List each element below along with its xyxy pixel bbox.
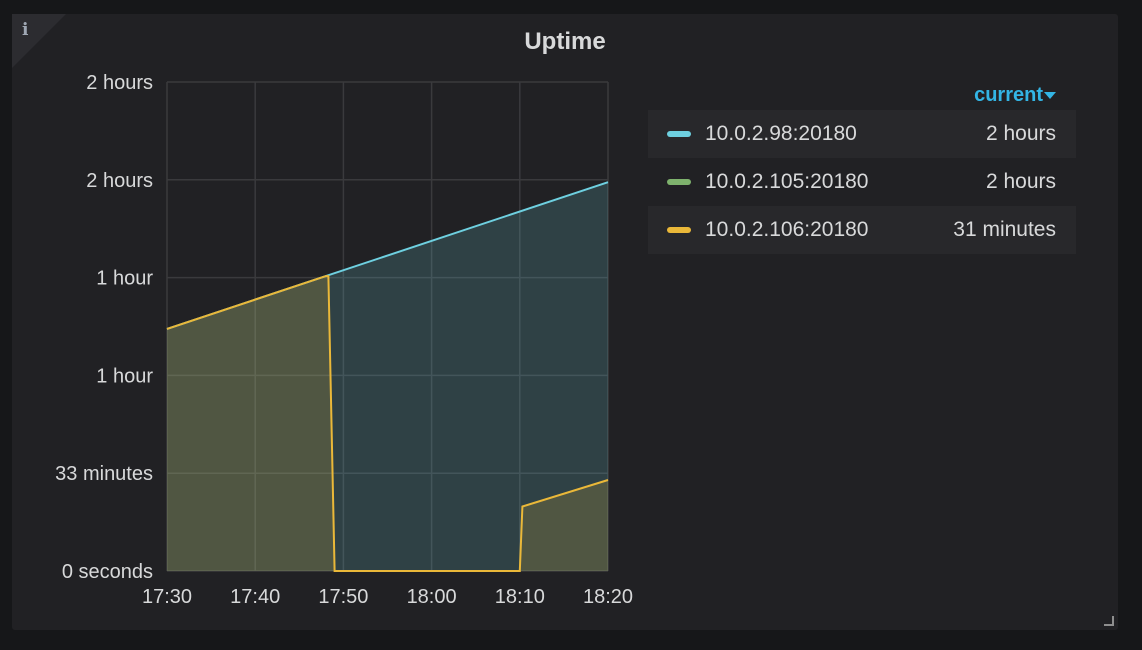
x-tick-label: 17:40: [230, 586, 280, 608]
resize-handle-icon[interactable]: [1102, 614, 1114, 626]
legend-header-label: current: [974, 84, 1043, 106]
legend-item-name: 10.0.2.105:20180: [705, 170, 869, 193]
legend-swatch: [667, 227, 691, 233]
x-tick-label: 17:30: [142, 586, 192, 608]
x-axis-ticks: 17:30 17:40 17:50 18:00 18:10 18:20: [142, 586, 633, 608]
x-tick-label: 18:10: [495, 586, 545, 608]
legend: current 10.0.2.98:20180 2 hours 10.0.2.1…: [648, 80, 1076, 254]
uptime-panel: i Uptime 0 seconds 33 minutes 1 hour 1 hour…: [12, 14, 1118, 630]
x-tick-label: 18:00: [407, 586, 457, 608]
y-axis-ticks: 0 seconds 33 minutes 1 hour 1 hour 2 hours 2 …: [55, 72, 153, 583]
legend-item[interactable]: 10.0.2.105:20180 2 hours: [648, 158, 1076, 206]
y-tick-label: 2 hours: [86, 72, 153, 94]
legend-item[interactable]: 10.0.2.106:20180 31 minutes: [648, 206, 1076, 254]
y-tick-label: 0 seconds: [62, 561, 153, 583]
y-tick-label: 1 hour: [96, 268, 153, 290]
legend-item-name: 10.0.2.106:20180: [705, 218, 869, 241]
y-tick-label: 2 hours: [86, 170, 153, 192]
legend-swatch: [667, 131, 691, 137]
y-tick-label: 33 minutes: [55, 463, 153, 485]
caret-down-icon: [1044, 92, 1056, 100]
x-tick-label: 18:20: [583, 586, 633, 608]
legend-item-value: 2 hours: [985, 170, 1056, 193]
uptime-chart: 0 seconds 33 minutes 1 hour 1 hour 2 hours 2 …: [55, 72, 633, 608]
legend-swatch: [667, 179, 691, 185]
chart-areas: [167, 182, 608, 571]
legend-item-value: 31 minutes: [953, 218, 1056, 241]
legend-item[interactable]: 10.0.2.98:20180 2 hours: [648, 110, 1076, 158]
legend-sort-current[interactable]: current: [648, 80, 1076, 110]
y-tick-label: 1 hour: [96, 365, 153, 387]
x-tick-label: 17:50: [318, 586, 368, 608]
legend-item-value: 2 hours: [985, 122, 1056, 145]
legend-item-name: 10.0.2.98:20180: [705, 122, 857, 145]
